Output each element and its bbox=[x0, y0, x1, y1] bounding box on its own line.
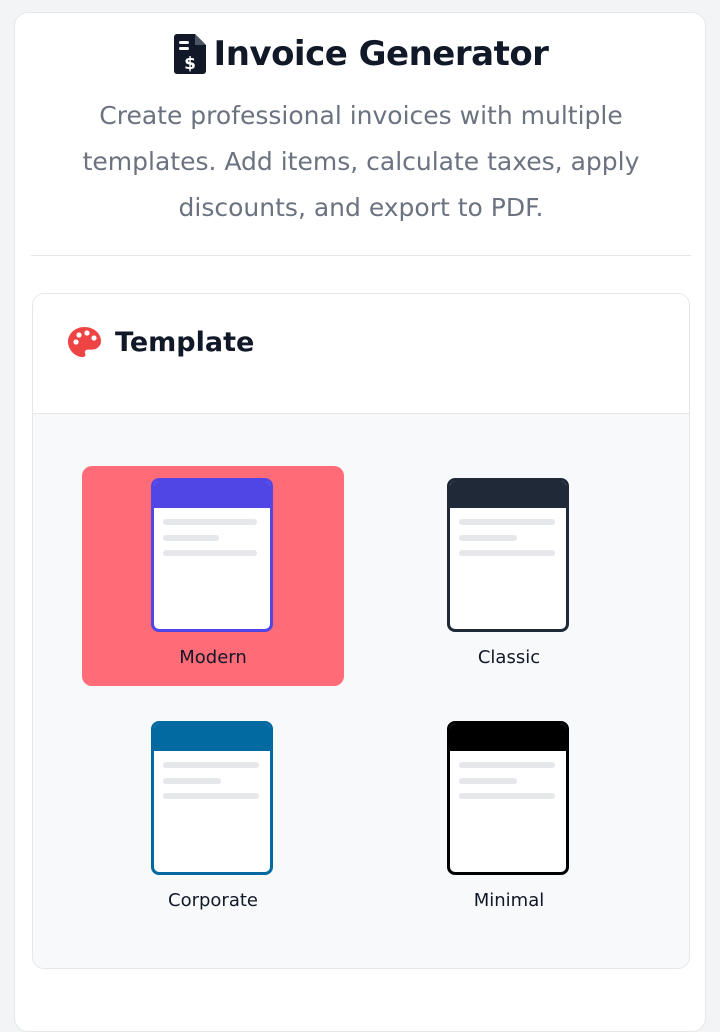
template-preview-modern bbox=[151, 478, 273, 632]
template-label-modern: Modern bbox=[179, 647, 247, 668]
invoice-dollar-icon: $ bbox=[173, 34, 206, 74]
template-preview-line bbox=[459, 519, 555, 525]
template-preview-line bbox=[459, 550, 555, 556]
template-preview-minimal bbox=[447, 721, 569, 875]
template-panel-header: Template bbox=[33, 294, 689, 414]
page-subtitle: Create professional invoices with multip… bbox=[82, 101, 640, 222]
template-preview-line bbox=[163, 550, 257, 556]
template-option-classic[interactable]: Classic bbox=[378, 466, 640, 686]
svg-text:$: $ bbox=[184, 54, 196, 74]
template-preview-line bbox=[459, 793, 555, 799]
template-preview-line bbox=[163, 535, 219, 541]
template-preview-header-bar bbox=[450, 481, 566, 508]
template-preview-line bbox=[459, 535, 517, 541]
template-preview-line bbox=[163, 778, 221, 784]
template-option-corporate[interactable]: Corporate bbox=[82, 709, 344, 929]
template-preview-header-bar bbox=[154, 481, 270, 508]
template-preview-classic bbox=[447, 478, 569, 632]
template-preview-line bbox=[459, 778, 517, 784]
title-row: $ Invoice Generator bbox=[15, 31, 707, 77]
template-preview-line bbox=[459, 762, 555, 768]
template-option-modern[interactable]: Modern bbox=[82, 466, 344, 686]
header-divider bbox=[31, 255, 691, 256]
template-panel: Template Modern Classic Corporate Minima… bbox=[32, 293, 690, 969]
template-grid: Modern Classic Corporate Minimal bbox=[33, 414, 689, 968]
header: $ Invoice Generator Create professional … bbox=[15, 13, 707, 255]
template-preview-header-bar bbox=[450, 724, 566, 751]
template-label-classic: Classic bbox=[477, 647, 541, 668]
template-option-minimal[interactable]: Minimal bbox=[378, 709, 640, 929]
template-label-corporate: Corporate bbox=[168, 890, 258, 911]
invoice-generator-card: $ Invoice Generator Create professional … bbox=[14, 12, 706, 1032]
template-section-title: Template bbox=[115, 327, 255, 358]
template-label-minimal: Minimal bbox=[473, 890, 545, 911]
template-preview-line bbox=[163, 762, 259, 768]
template-preview-line bbox=[163, 793, 259, 799]
template-preview-header-bar bbox=[154, 724, 270, 751]
template-preview-line bbox=[163, 519, 257, 525]
template-preview-corporate bbox=[151, 721, 273, 875]
page-title: Invoice Generator bbox=[213, 34, 549, 74]
